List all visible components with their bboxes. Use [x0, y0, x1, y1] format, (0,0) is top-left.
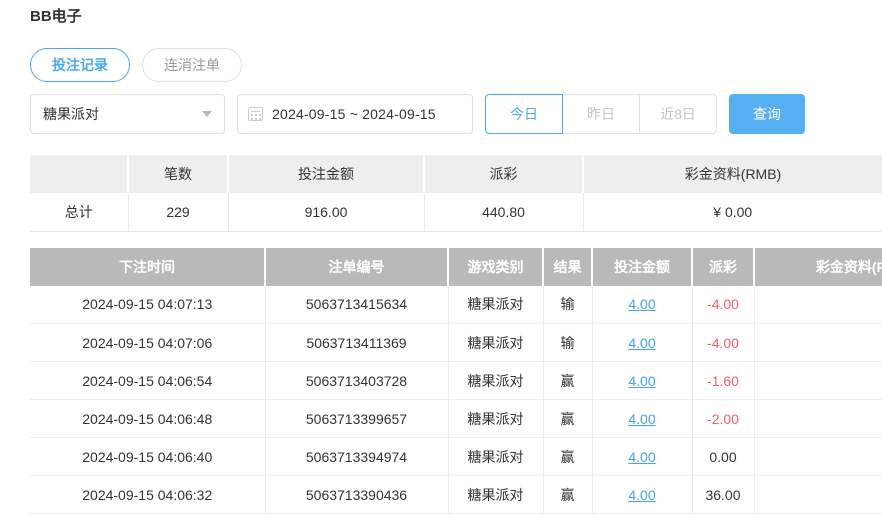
date-range-input[interactable]: 2024-09-15 ~ 2024-09-15: [237, 94, 473, 134]
cell-bonus: [754, 476, 882, 514]
cell-result: 输: [543, 286, 592, 324]
quick-date-group: 今日 昨日 近8日: [485, 94, 717, 134]
cell-payout: 0.00: [692, 438, 754, 476]
records-header-time: 下注时间: [30, 248, 265, 286]
records-header-row: 下注时间 注单编号 游戏类别 结果 投注金额 派彩 彩金资料(RMB): [30, 248, 882, 286]
summary-total-count: 229: [128, 193, 228, 231]
records-table: 下注时间 注单编号 游戏类别 结果 投注金额 派彩 彩金资料(RMB) 2024…: [30, 248, 882, 515]
summary-header-empty: [30, 155, 128, 193]
bet-amount-link[interactable]: 4.00: [628, 373, 655, 389]
summary-header-payout: 派彩: [424, 155, 583, 193]
cell-time: 2024-09-15 04:06:32: [30, 476, 265, 514]
cell-bonus: [754, 324, 882, 362]
tab-bet-records[interactable]: 投注记录: [30, 48, 130, 82]
cell-order-id: 5063713394974: [265, 438, 448, 476]
cell-payout: -1.60: [692, 362, 754, 400]
table-row: 2024-09-15 04:06:40 5063713394974 糖果派对 赢…: [30, 438, 882, 476]
records-header-bonus: 彩金资料(RMB): [754, 248, 882, 286]
today-button[interactable]: 今日: [485, 94, 563, 134]
bet-amount-link[interactable]: 4.00: [628, 449, 655, 465]
cell-bonus: [754, 286, 882, 324]
table-row: 2024-09-15 04:06:54 5063713403728 糖果派对 赢…: [30, 362, 882, 400]
cell-result: 赢: [543, 476, 592, 514]
cell-payout: -2.00: [692, 400, 754, 438]
summary-total-payout: 440.80: [424, 193, 583, 231]
last-8-days-button[interactable]: 近8日: [639, 94, 717, 134]
summary-total-row: 总计 229 916.00 440.80 ¥ 0.00: [30, 193, 882, 231]
calendar-icon: [248, 107, 263, 121]
bet-amount-link[interactable]: 4.00: [628, 411, 655, 427]
cell-result: 赢: [543, 400, 592, 438]
bet-amount-link[interactable]: 4.00: [628, 335, 655, 351]
cell-game: 糖果派对: [448, 362, 543, 400]
cell-payout: -4.00: [692, 286, 754, 324]
bet-amount-link[interactable]: 4.00: [628, 487, 655, 503]
summary-total-label: 总计: [30, 193, 128, 231]
bet-amount-link[interactable]: 4.00: [628, 296, 655, 312]
cell-order-id: 5063713415634: [265, 286, 448, 324]
page: BB电子 投注记录 连消注单 糖果派对 2024-09-15 ~ 2024-09…: [0, 0, 882, 514]
summary-header-bonus: 彩金资料(RMB): [583, 155, 882, 193]
tab-cancelled-orders[interactable]: 连消注单: [142, 48, 242, 82]
cell-result: 输: [543, 324, 592, 362]
cell-order-id: 5063713403728: [265, 362, 448, 400]
summary-header-row: 笔数 投注金额 派彩 彩金资料(RMB): [30, 155, 882, 193]
cell-time: 2024-09-15 04:06:40: [30, 438, 265, 476]
cell-payout: 36.00: [692, 476, 754, 514]
date-range-value: 2024-09-15 ~ 2024-09-15: [272, 106, 436, 122]
cell-time: 2024-09-15 04:07:13: [30, 286, 265, 324]
cell-game: 糖果派对: [448, 400, 543, 438]
summary-header-count: 笔数: [128, 155, 228, 193]
records-header-payout: 派彩: [692, 248, 754, 286]
table-row: 2024-09-15 04:07:13 5063713415634 糖果派对 输…: [30, 286, 882, 324]
summary-total-bonus: ¥ 0.00: [583, 193, 882, 231]
summary-total-bet-amount: 916.00: [228, 193, 424, 231]
records-header-order-id: 注单编号: [265, 248, 448, 286]
cell-game: 糖果派对: [448, 324, 543, 362]
cell-result: 赢: [543, 438, 592, 476]
table-row: 2024-09-15 04:07:06 5063713411369 糖果派对 输…: [30, 324, 882, 362]
chevron-down-icon: [202, 111, 212, 117]
cell-game: 糖果派对: [448, 476, 543, 514]
game-select-value: 糖果派对: [43, 104, 196, 124]
table-row: 2024-09-15 04:06:32 5063713390436 糖果派对 赢…: [30, 476, 882, 514]
cell-game: 糖果派对: [448, 438, 543, 476]
records-header-result: 结果: [543, 248, 592, 286]
cell-time: 2024-09-15 04:06:54: [30, 362, 265, 400]
game-select[interactable]: 糖果派对: [30, 94, 225, 134]
cell-time: 2024-09-15 04:06:48: [30, 400, 265, 438]
summary-table: 笔数 投注金额 派彩 彩金资料(RMB) 总计 229 916.00 440.8…: [30, 155, 882, 232]
cell-bonus: [754, 400, 882, 438]
cell-bonus: [754, 362, 882, 400]
cell-result: 赢: [543, 362, 592, 400]
search-button[interactable]: 查询: [729, 94, 805, 134]
page-title: BB电子: [30, 0, 882, 26]
cell-order-id: 5063713399657: [265, 400, 448, 438]
filter-bar: 糖果派对 2024-09-15 ~ 2024-09-15 今日 昨日 近8日 查…: [30, 94, 882, 134]
cell-bonus: [754, 438, 882, 476]
tab-bar: 投注记录 连消注单: [30, 48, 882, 82]
summary-header-bet-amount: 投注金额: [228, 155, 424, 193]
table-row: 2024-09-15 04:06:48 5063713399657 糖果派对 赢…: [30, 400, 882, 438]
cell-game: 糖果派对: [448, 286, 543, 324]
records-header-bet: 投注金额: [592, 248, 692, 286]
cell-order-id: 5063713411369: [265, 324, 448, 362]
yesterday-button[interactable]: 昨日: [562, 94, 640, 134]
cell-payout: -4.00: [692, 324, 754, 362]
cell-order-id: 5063713390436: [265, 476, 448, 514]
cell-time: 2024-09-15 04:07:06: [30, 324, 265, 362]
records-header-game: 游戏类别: [448, 248, 543, 286]
